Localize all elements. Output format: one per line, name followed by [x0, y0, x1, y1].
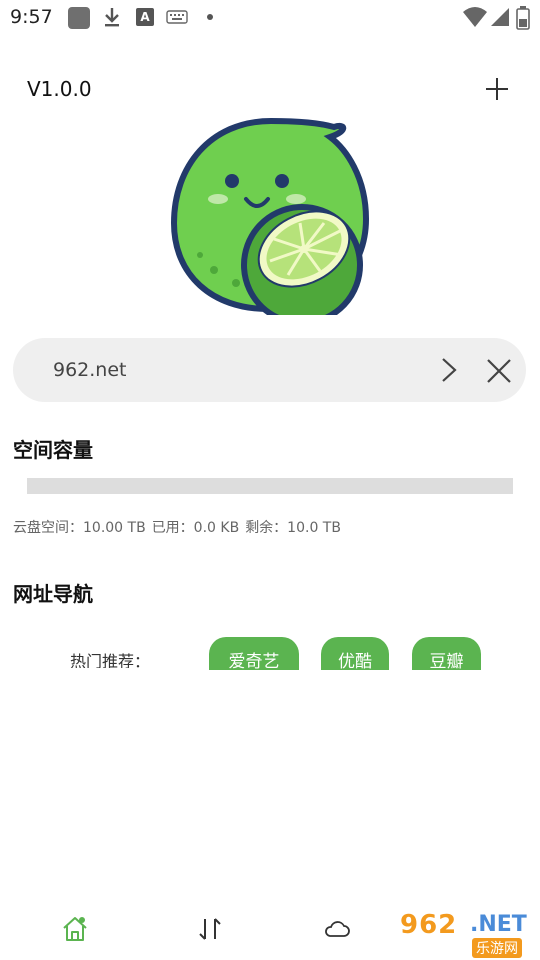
dot-icon [207, 14, 213, 20]
site-chip-youku[interactable]: 优酷 [321, 637, 389, 670]
watermark-site-name: 乐游网 [472, 938, 522, 958]
wifi-icon [463, 7, 487, 27]
keyboard-icon [166, 10, 188, 24]
font-icon: A [136, 8, 154, 26]
home-icon[interactable] [61, 915, 89, 943]
url-input[interactable] [53, 356, 413, 384]
photo-icon [68, 7, 90, 29]
plus-icon[interactable] [484, 76, 510, 102]
download-icon [105, 8, 119, 27]
chevron-right-icon[interactable] [437, 358, 461, 382]
site-chip-iqiyi[interactable]: 爱奇艺 [209, 637, 299, 670]
capacity-title: 空间容量 [13, 438, 93, 462]
transfer-icon[interactable] [196, 915, 224, 943]
recommend-label: 热门推荐： [70, 652, 151, 668]
cloud-space-text: 云盘空间：10.00 TB [13, 520, 146, 536]
storage-progress-bar [27, 478, 513, 494]
site-chip-douban[interactable]: 豆瓣 [412, 637, 481, 670]
battery-icon [516, 6, 530, 30]
app-version: V1.0.0 [27, 77, 92, 101]
watermark-domain: .NET [470, 912, 527, 937]
used-space-text: 已用：0.0 KB [151, 520, 240, 536]
site-watermark: 962 .NET 乐游网 [400, 910, 534, 958]
storage-info: 云盘空间：10.00 TB 已用：0.0 KB 剩余：10.0 TB [13, 517, 347, 537]
lime-logo [170, 117, 370, 315]
cloud-icon[interactable] [323, 915, 351, 943]
status-time: 9:57 [10, 6, 53, 28]
signal-icon [491, 8, 509, 26]
url-search-bar [13, 338, 526, 402]
nav-title: 网址导航 [13, 582, 93, 606]
watermark-number: 962 [400, 910, 458, 940]
close-icon[interactable] [486, 358, 512, 384]
status-bar: 9:57 A [0, 0, 540, 36]
remaining-space-text: 剩余：10.0 TB [245, 520, 341, 536]
